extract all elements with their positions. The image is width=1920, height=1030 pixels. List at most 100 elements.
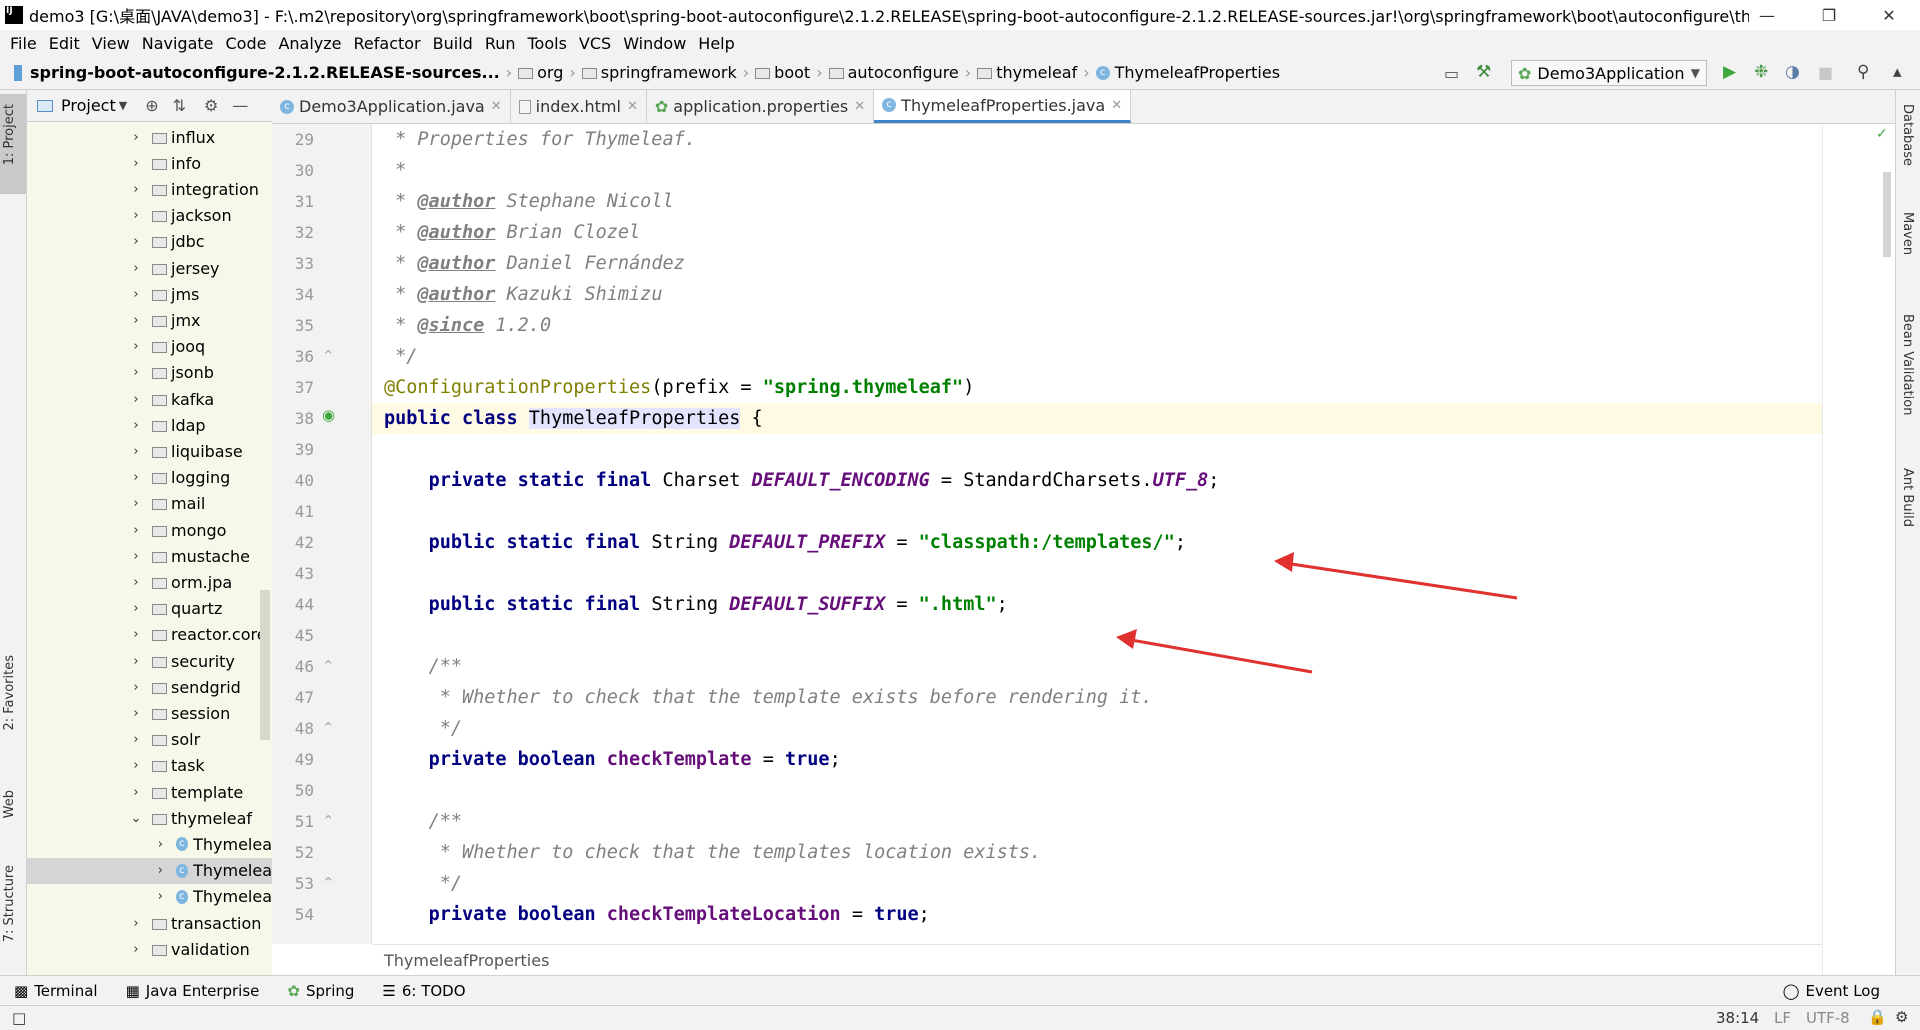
chevron-right-icon[interactable]: › <box>130 287 142 302</box>
breadcrumb-springframework[interactable]: springframework <box>601 63 737 82</box>
tree-item[interactable]: › task <box>27 753 272 779</box>
run-icon[interactable]: ▶ <box>1723 62 1736 82</box>
chevron-right-icon[interactable]: › <box>130 523 142 538</box>
tree-item[interactable]: › kafka <box>27 386 272 412</box>
line-number[interactable]: 39 <box>272 440 314 459</box>
chevron-right-icon[interactable]: › <box>130 392 142 407</box>
line-number[interactable]: 31 <box>272 192 314 211</box>
chevron-right-icon[interactable]: › <box>130 496 142 511</box>
close-tab-icon[interactable]: ✕ <box>627 99 638 114</box>
event-log-tool[interactable]: ◯ Event Log <box>1783 982 1880 1000</box>
tree-item[interactable]: › validation <box>27 936 272 962</box>
java-enterprise-tool[interactable]: ▦ Java Enterprise <box>126 982 260 1000</box>
tab-application-properties[interactable]: ✿ application.properties ✕ <box>647 90 875 123</box>
chevron-right-icon[interactable]: › <box>130 156 142 171</box>
tab-index-html[interactable]: index.html ✕ <box>511 90 647 123</box>
tree-item[interactable]: › c Thymelea <box>27 857 272 884</box>
tab-demo3application[interactable]: c Demo3Application.java ✕ <box>272 90 511 123</box>
line-number[interactable]: 40 <box>272 471 314 490</box>
chevron-right-icon[interactable]: › <box>130 627 142 642</box>
menu-analyze[interactable]: Analyze <box>278 34 341 53</box>
stop-icon[interactable]: ■ <box>1818 63 1833 82</box>
chevron-right-icon[interactable]: › <box>130 601 142 616</box>
inspector-icon[interactable]: ⚙ <box>1895 1008 1908 1026</box>
todo-tool[interactable]: ☰ 6: TODO <box>382 982 465 1000</box>
chevron-right-icon[interactable]: › <box>130 234 142 249</box>
chevron-right-icon[interactable]: › <box>130 785 142 800</box>
build-hammer-icon[interactable]: ⚒ <box>1476 62 1491 82</box>
menu-edit[interactable]: Edit <box>49 34 80 53</box>
tree-item[interactable]: › integration <box>27 176 272 202</box>
run-config-dropdown[interactable]: ✿ Demo3Application ▼ <box>1511 60 1707 86</box>
breadcrumb-thymeleaf[interactable]: thymeleaf <box>996 63 1077 82</box>
tree-item[interactable]: › transaction <box>27 910 272 936</box>
editor-breadcrumb[interactable]: ThymeleafProperties <box>372 944 1822 975</box>
maven-tool-tab[interactable]: Maven <box>1900 212 1915 255</box>
terminal-tool[interactable]: ▩ Terminal <box>14 982 98 1000</box>
tree-item[interactable]: › solr <box>27 727 272 753</box>
menu-file[interactable]: File <box>10 34 37 53</box>
database-tool-tab[interactable]: Database <box>1900 104 1915 166</box>
tree-item[interactable]: › c Thymelea <box>27 831 272 857</box>
line-number[interactable]: 47 <box>272 688 314 707</box>
line-number[interactable]: 49 <box>272 750 314 769</box>
coverage-icon[interactable]: ◑ <box>1785 62 1800 82</box>
lock-icon[interactable]: 🔒 <box>1868 1008 1887 1026</box>
chevron-right-icon[interactable]: › <box>130 418 142 433</box>
chevron-right-icon[interactable]: › <box>155 837 166 852</box>
chevron-right-icon[interactable]: › <box>130 261 142 276</box>
debug-icon[interactable]: ❉ <box>1754 62 1768 82</box>
line-number[interactable]: 34 <box>272 285 314 304</box>
tree-item[interactable]: › quartz <box>27 596 272 622</box>
menu-build[interactable]: Build <box>433 34 473 53</box>
tree-item[interactable]: › jms <box>27 281 272 307</box>
breadcrumb-class[interactable]: ThymeleafProperties <box>1115 63 1280 82</box>
menu-run[interactable]: Run <box>485 34 516 53</box>
close-icon[interactable]: ✕ <box>1866 0 1912 30</box>
tree-item[interactable]: › mongo <box>27 517 272 543</box>
line-number[interactable]: 42 <box>272 533 314 552</box>
menu-navigate[interactable]: Navigate <box>142 34 214 53</box>
tree-item[interactable]: › orm.jpa <box>27 569 272 595</box>
line-number[interactable]: 30 <box>272 161 314 180</box>
chevron-right-icon[interactable]: › <box>130 680 142 695</box>
tree-item[interactable]: › sendgrid <box>27 674 272 700</box>
spring-tool[interactable]: ✿ Spring <box>287 982 354 1000</box>
locate-icon[interactable]: ⊕ <box>145 96 158 115</box>
line-number[interactable]: 41 <box>272 502 314 521</box>
editor-scrollbar[interactable]: ✓ <box>1822 124 1895 975</box>
menu-window[interactable]: Window <box>623 34 686 53</box>
chevron-right-icon[interactable]: › <box>130 208 142 223</box>
breadcrumb-org[interactable]: org <box>537 63 563 82</box>
tree-item[interactable]: › jmx <box>27 307 272 333</box>
project-panel-title[interactable]: Project <box>61 96 116 115</box>
line-number[interactable]: 35 <box>272 316 314 335</box>
code-editor[interactable]: * Properties for Thymeleaf. * * @author … <box>372 124 1822 944</box>
caret-position[interactable]: 38:14 <box>1716 1009 1759 1027</box>
chevron-right-icon[interactable]: › <box>130 130 142 145</box>
tree-item[interactable]: › mustache <box>27 543 272 569</box>
tree-item[interactable]: › jackson <box>27 203 272 229</box>
line-number[interactable]: 43 <box>272 564 314 583</box>
implemented-gutter-icon[interactable]: ◉ <box>322 406 335 424</box>
tool-windows-toggle-icon[interactable]: □ <box>12 1009 26 1027</box>
close-tab-icon[interactable]: ✕ <box>854 99 865 114</box>
chevron-right-icon[interactable]: › <box>130 654 142 669</box>
menu-help[interactable]: Help <box>698 34 734 53</box>
line-number[interactable]: 51 <box>272 812 314 831</box>
chevron-right-icon[interactable]: › <box>155 889 166 904</box>
line-number[interactable]: 38 <box>272 409 314 428</box>
line-number[interactable]: 54 <box>272 905 314 924</box>
line-number[interactable]: 48 <box>272 719 314 738</box>
fold-marker-icon[interactable]: ⌃ <box>322 874 335 892</box>
line-number[interactable]: 45 <box>272 626 314 645</box>
tab-thymeleafproperties[interactable]: c ThymeleafProperties.java ✕ <box>874 90 1132 123</box>
line-separator[interactable]: LF <box>1774 1009 1791 1027</box>
chevron-right-icon[interactable]: › <box>130 758 142 773</box>
editor-scroll-thumb[interactable] <box>1883 172 1891 257</box>
close-tab-icon[interactable]: ✕ <box>491 99 502 114</box>
menu-tools[interactable]: Tools <box>528 34 567 53</box>
chevron-right-icon[interactable]: › <box>130 182 142 197</box>
breadcrumb-autoconfigure[interactable]: autoconfigure <box>848 63 959 82</box>
line-number[interactable]: 46 <box>272 657 314 676</box>
